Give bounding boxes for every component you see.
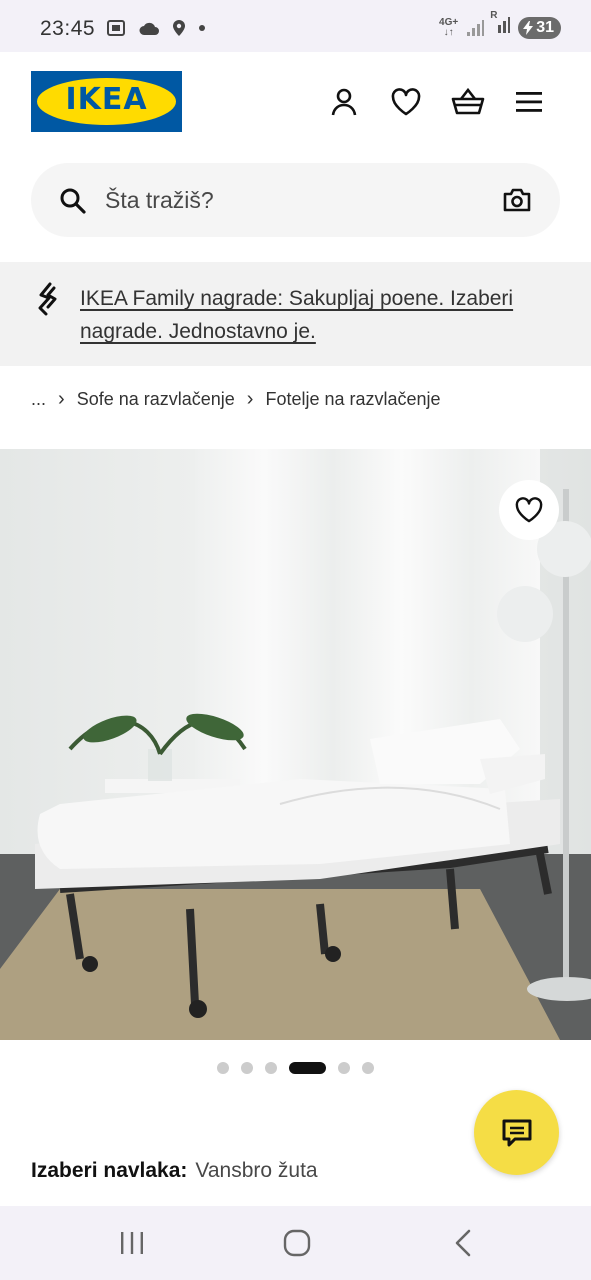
logo-text: IKEA xyxy=(65,82,148,117)
signal-roaming: R xyxy=(490,10,511,39)
dot-icon xyxy=(199,25,205,31)
screenshot-icon xyxy=(107,20,125,36)
carousel-dot[interactable] xyxy=(289,1062,326,1074)
chat-icon xyxy=(502,1119,531,1146)
carousel-dot[interactable] xyxy=(241,1062,253,1074)
search-bar[interactable]: Šta tražiš? xyxy=(31,163,560,237)
carousel-dot[interactable] xyxy=(217,1062,229,1074)
heart-icon[interactable] xyxy=(386,82,426,122)
family-promo-banner[interactable]: IKEA Family nagrade: Sakupljaj poene. Iz… xyxy=(0,262,591,366)
chevron-right-icon: › xyxy=(58,387,65,410)
add-to-favorites-button[interactable] xyxy=(499,480,559,540)
carousel-indicator xyxy=(0,1062,591,1074)
cloud-icon xyxy=(139,22,159,35)
breadcrumb-ellipsis[interactable]: ... xyxy=(31,389,46,410)
search-icon xyxy=(60,188,86,214)
carousel-dot[interactable] xyxy=(265,1062,277,1074)
menu-icon[interactable] xyxy=(509,82,549,122)
chat-button[interactable] xyxy=(474,1090,559,1175)
breadcrumb: ... › Sofe na razvlačenje › Fotelje na r… xyxy=(31,386,441,412)
chevron-right-icon: › xyxy=(246,387,254,410)
breadcrumb-item-fotelje[interactable]: Fotelje na razvlačenje xyxy=(265,389,440,410)
battery-indicator: 31 xyxy=(518,16,561,39)
basket-icon[interactable] xyxy=(448,82,488,122)
status-bar: 23:45 4G+ ↓↑ R 31 xyxy=(0,0,591,52)
charging-icon xyxy=(523,20,534,35)
status-time: 23:45 xyxy=(40,17,96,40)
product-image[interactable] xyxy=(0,449,591,1040)
system-navigation-bar xyxy=(0,1206,591,1280)
status-notification-icons xyxy=(106,19,206,37)
cover-value: Vansbro žuta xyxy=(195,1159,318,1182)
recent-apps-icon[interactable] xyxy=(112,1226,152,1260)
cover-label: Izaberi navlaka: xyxy=(31,1159,188,1182)
site-header: IKEA xyxy=(0,52,591,157)
chair-bed-photo xyxy=(0,449,591,1040)
promo-link[interactable]: IKEA Family nagrade: Sakupljaj poene. Iz… xyxy=(80,282,560,348)
network-type: 4G+ ↓↑ xyxy=(439,16,459,38)
carousel-dot[interactable] xyxy=(362,1062,374,1074)
account-icon[interactable] xyxy=(324,82,364,122)
heart-icon xyxy=(515,497,543,523)
status-system-icons: 4G+ ↓↑ R 31 xyxy=(439,10,561,39)
ikea-logo[interactable]: IKEA xyxy=(31,71,182,132)
back-icon[interactable] xyxy=(443,1226,483,1260)
breadcrumb-item-sofe[interactable]: Sofe na razvlačenje xyxy=(77,389,235,410)
search-input[interactable]: Šta tražiš? xyxy=(105,187,214,214)
signal-icon xyxy=(467,19,485,36)
carousel-dot[interactable] xyxy=(338,1062,350,1074)
location-icon xyxy=(173,20,185,36)
camera-icon[interactable] xyxy=(502,186,532,214)
ikea-family-icon xyxy=(38,282,57,316)
home-icon[interactable] xyxy=(277,1226,317,1260)
cover-selection[interactable]: Izaberi navlaka: Vansbro žuta xyxy=(31,1159,318,1183)
